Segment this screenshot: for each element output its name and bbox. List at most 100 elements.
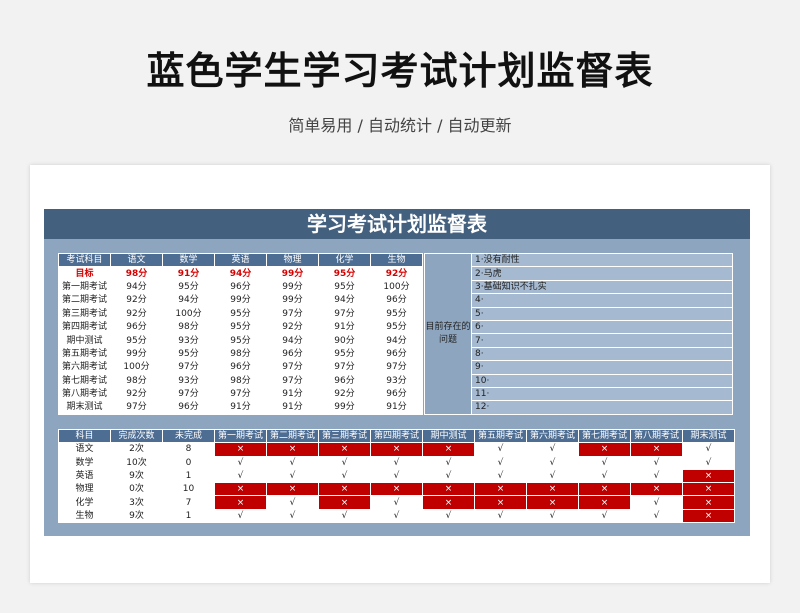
status-cell: √ [474,508,527,524]
score-cell: 96分 [110,319,163,335]
column-header: 语文 [110,252,163,268]
table-row: 英语 9次 1 √ √ √ √ √ √ √ √ √ × [58,468,735,484]
column-header: 第四期考试 [370,428,423,444]
table-row: 第一期考试 94分 95分 96分 99分 95分 100分 [58,279,423,295]
problem-item: 12· [471,400,733,415]
score-cell: 92分 [266,319,319,335]
score-cell: 91分 [318,319,371,335]
status-cell: × [526,482,579,497]
score-cell: 92分 [110,293,163,308]
column-header: 生物 [370,252,423,268]
score-cell: 94分 [110,279,163,295]
column-header: 第七期考试 [578,428,631,444]
list-item: 4· [425,293,733,308]
status-cell: × [422,442,475,457]
score-cell: 96分 [370,346,423,362]
score-cell: 94分 [214,266,267,281]
status-cell: √ [214,455,267,470]
sheet-title: 学习考试计划监督表 [44,209,750,239]
score-cell: 95分 [162,346,215,362]
status-cell: × [370,482,423,497]
status-cell: √ [526,442,579,457]
status-cell: × [266,442,319,457]
row-label: 第七期考试 [58,373,111,388]
score-cell: 98分 [110,266,163,281]
problem-item: 8· [471,346,733,362]
status-cell: √ [266,468,319,484]
table-row: 数学 10次 0 √ √ √ √ √ √ √ √ √ √ [58,455,735,470]
score-cell: 99分 [214,293,267,308]
status-cell: √ [422,508,475,524]
problems-label: 目前存在的问题 [424,253,472,415]
score-cell: 100分 [370,279,423,295]
target-row: 目标 98分 91分 94分 99分 95分 92分 [58,266,423,281]
count-cell: 0次 [110,482,163,497]
status-cell: √ [318,508,371,524]
problem-item: 1·没有耐性 [471,252,733,268]
status-cell: × [266,482,319,497]
status-cell: × [682,508,735,524]
status-cell: × [474,495,527,510]
status-cell: √ [630,508,683,524]
score-cell: 92分 [318,386,371,402]
status-cell: × [318,482,371,497]
score-cell: 93分 [162,373,215,388]
score-cell: 97分 [266,306,319,321]
status-cell: √ [474,468,527,484]
column-header: 考试科目 [58,252,111,268]
row-label: 英语 [58,468,111,484]
table-row: 第八期考试 92分 97分 97分 91分 92分 96分 [58,386,423,402]
status-cell: × [422,482,475,497]
row-label: 目标 [58,266,111,281]
status-cell: √ [682,455,735,470]
status-cell: √ [370,495,423,510]
completion-header-row: 科目 完成次数 未完成 第一期考试 第二期考试 第三期考试 第四期考试 期中测试 第五期考试 第六… [58,428,735,444]
row-label: 第八期考试 [58,386,111,402]
list-item: 3·基础知识不扎实 [425,279,733,295]
score-cell: 94分 [318,293,371,308]
table-row: 第四期考试 96分 98分 95分 92分 91分 95分 [58,319,423,335]
row-label: 数学 [58,455,111,470]
status-cell: √ [318,455,371,470]
table-row: 物理 0次 10 × × × × × × × × × × [58,482,735,497]
status-cell: × [682,495,735,510]
list-item: 8· [425,346,733,362]
score-cell: 97分 [370,360,423,375]
list-item: 7· [425,333,733,348]
score-cell: 95分 [318,266,371,281]
problem-item: 11· [471,386,733,402]
score-cell: 98分 [162,319,215,335]
score-cell: 96分 [214,360,267,375]
completion-table: 科目 完成次数 未完成 第一期考试 第二期考试 第三期考试 第四期考试 期中测试 第五期考试 第六… [58,428,735,524]
table-row: 第七期考试 98分 93分 98分 97分 96分 93分 [58,373,423,388]
score-cell: 96分 [370,386,423,402]
column-header: 科目 [58,428,111,444]
list-item: 9· [425,360,733,375]
column-header: 完成次数 [110,428,163,444]
status-cell: √ [214,468,267,484]
column-header: 第八期考试 [630,428,683,444]
score-cell: 97分 [266,360,319,375]
row-label: 第二期考试 [58,293,111,308]
status-cell: × [318,442,371,457]
row-label: 期中测试 [58,333,111,348]
row-label: 物理 [58,482,111,497]
score-cell: 95分 [110,333,163,348]
list-item: 5· [425,306,733,321]
status-cell: × [578,442,631,457]
score-cell: 91分 [266,386,319,402]
score-cell: 92分 [110,306,163,321]
column-header: 第六期考试 [526,428,579,444]
status-cell: √ [578,455,631,470]
list-item: 11· [425,386,733,402]
score-table: 考试科目 语文 数学 英语 物理 化学 生物 目标 98分 91分 94分 99分 95分 92分 第一期… [58,252,423,415]
status-cell: √ [422,455,475,470]
row-label: 第四期考试 [58,319,111,335]
score-cell: 95分 [214,306,267,321]
status-cell: × [318,495,371,510]
row-label: 化学 [58,495,111,510]
status-cell: √ [526,508,579,524]
score-cell: 94分 [162,293,215,308]
score-cell: 97分 [318,306,371,321]
table-row: 第六期考试 100分 97分 96分 97分 97分 97分 [58,360,423,375]
